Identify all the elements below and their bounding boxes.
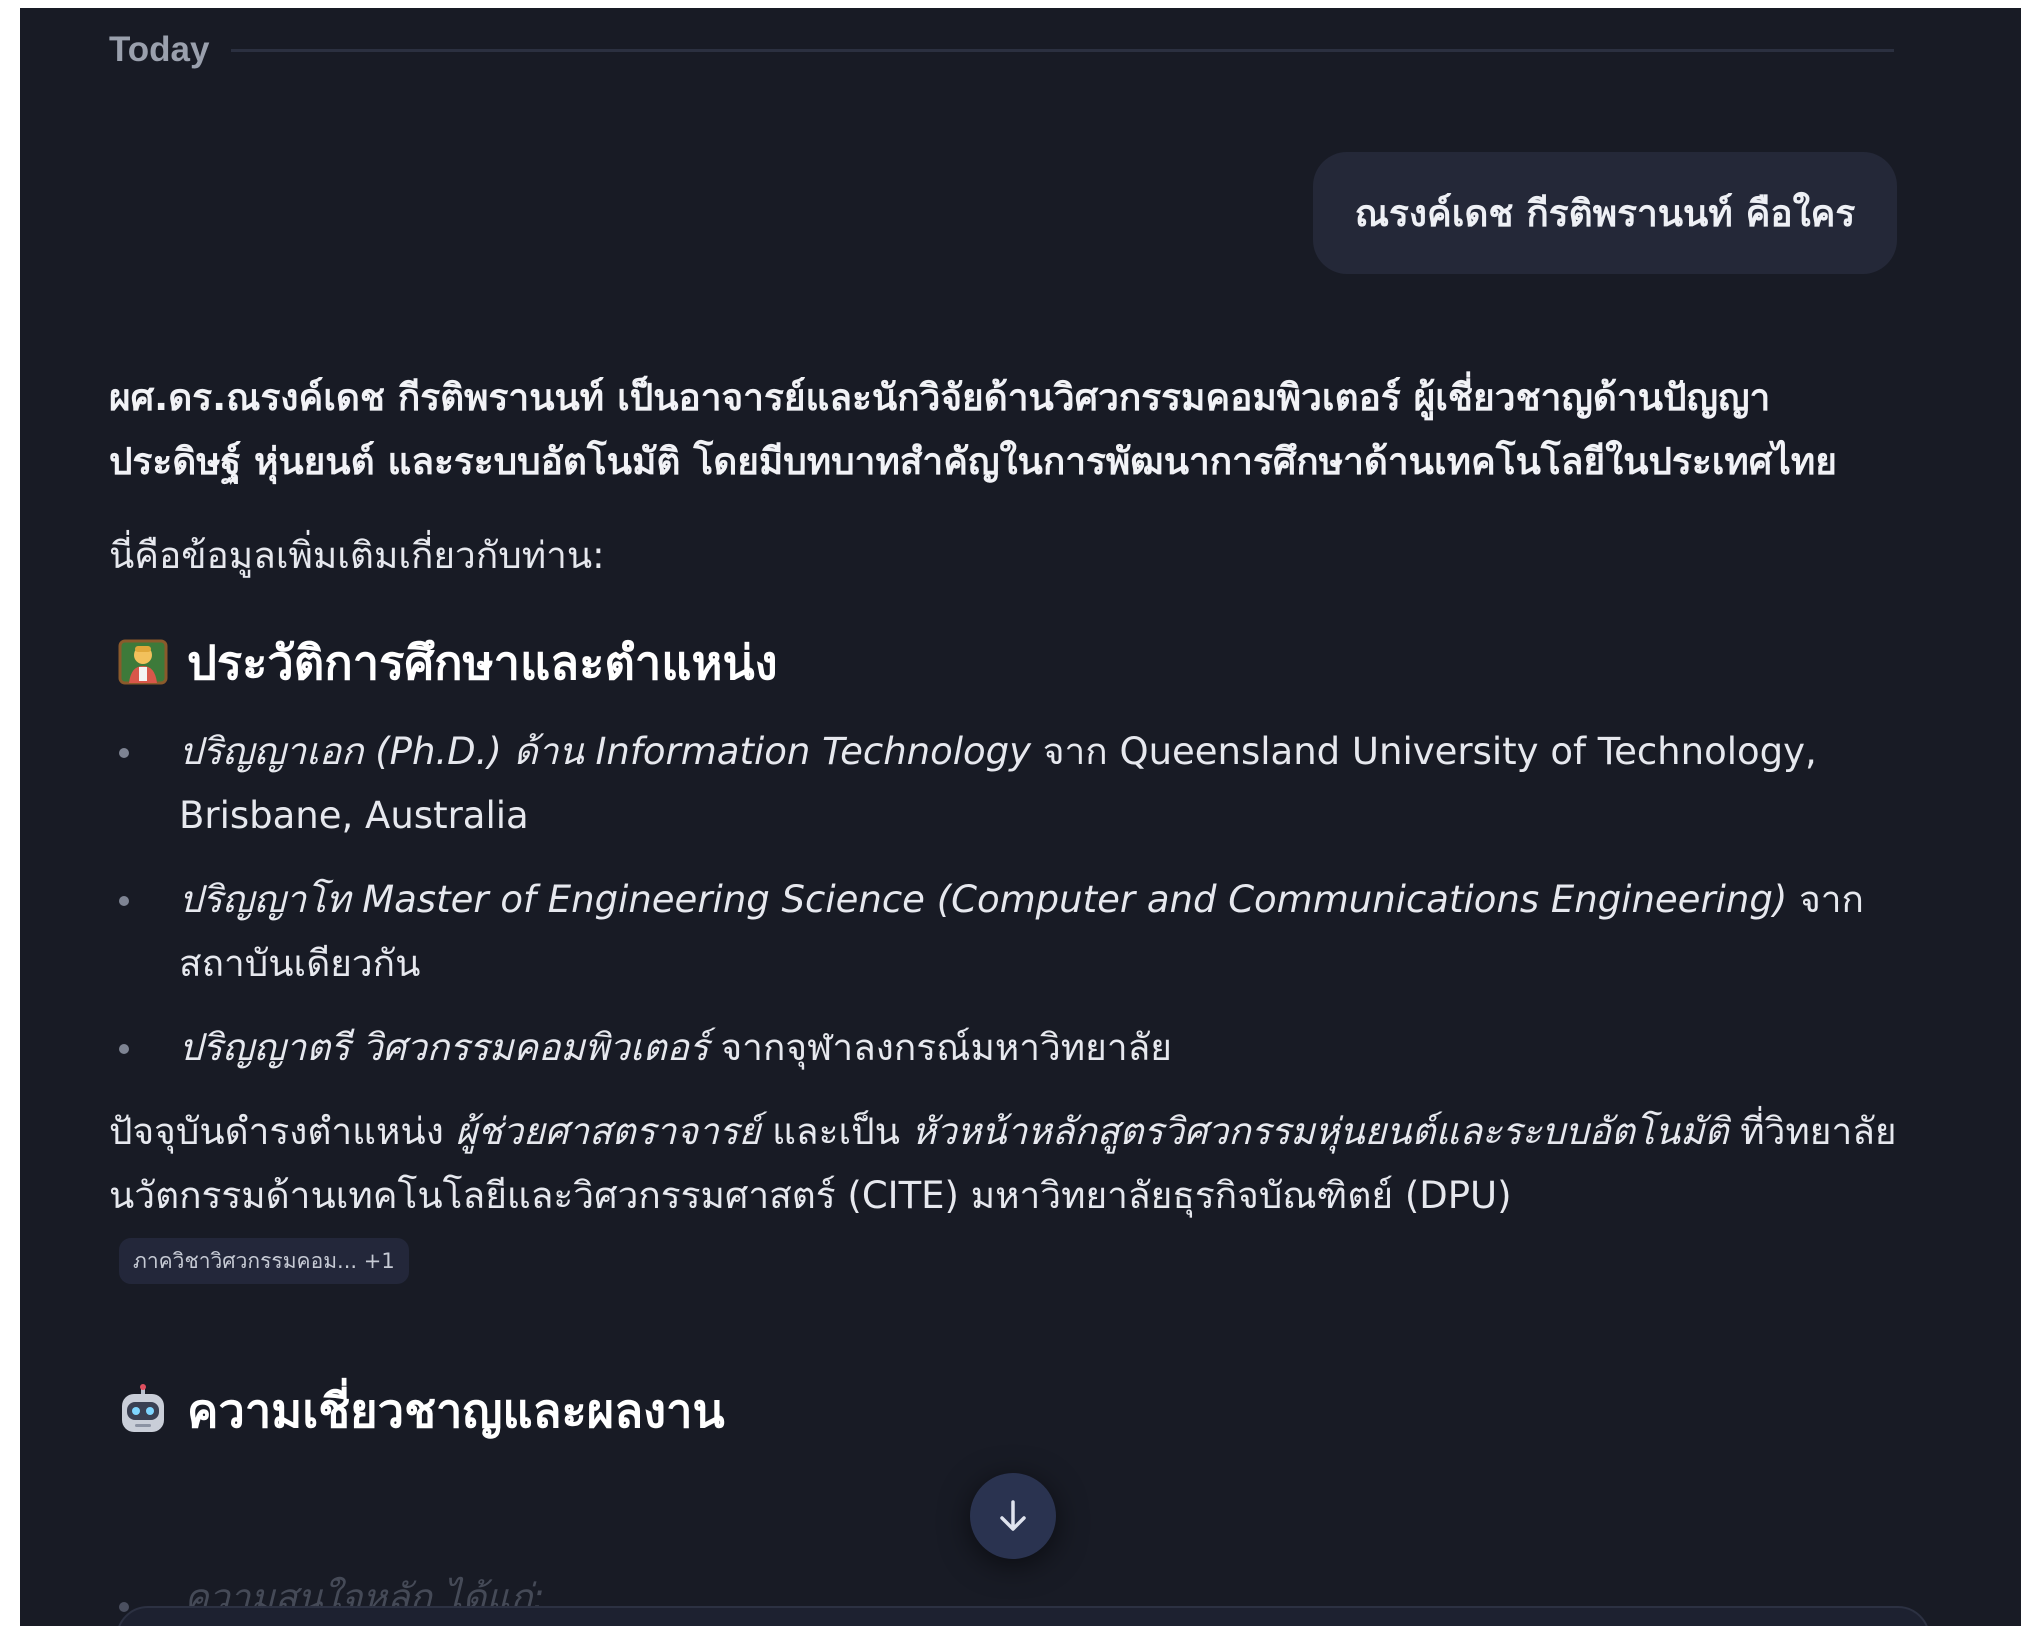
arrow-down-icon [993,1496,1033,1536]
divider [231,48,1894,52]
list-item: ปริญญาเอก (Ph.D.) ด้าน Information Techn… [109,720,1879,848]
message-composer[interactable] [116,1606,1930,1626]
section-heading-expertise: ความเชี่ยวชาญและผลงาน [109,1370,1909,1450]
section-title: ประวัติการศึกษาและตำแหน่ง [187,635,778,691]
more-info-text: นี่คือข้อมูลเพิ่มเติมเกี่ยวกับท่าน: [109,534,605,577]
position-title: ผู้ช่วยศาสตราจารย์ [455,1110,761,1153]
education-list: ปริญญาเอก (Ph.D.) ด้าน Information Techn… [109,720,1909,1080]
list-item: ปริญญาโท Master of Engineering Science (… [109,868,1879,996]
date-separator: Today [109,28,1894,72]
chat-view: Today ณรงค์เดช กีรติพรานนท์ คือใคร ผศ.ดร… [20,8,2021,1626]
assistant-message: ผศ.ดร.ณรงค์เดช กีรติพรานนท์ เป็นอาจารย์แ… [109,366,1909,1468]
robot-emoji-icon [117,1384,169,1436]
position-text-part: ปัจจุบันดำรงตำแหน่ง [109,1110,456,1153]
scroll-to-bottom-button[interactable] [970,1473,1056,1559]
position-text-part: และเป็น [760,1110,912,1153]
teacher-emoji-icon [117,636,169,688]
position-text: ปัจจุบันดำรงตำแหน่ง ผู้ช่วยศาสตราจารย์ แ… [109,1100,1899,1228]
degree-title: ปริญญาโท Master of Engineering Science (… [179,878,1788,921]
section-title: ความเชี่ยวชาญและผลงาน [187,1383,725,1439]
section-heading-education: ประวัติการศึกษาและตำแหน่ง [109,622,1909,702]
list-item: ปริญญาตรี วิศวกรรมคอมพิวเตอร์ จากจุฬาลงก… [109,1016,1879,1080]
date-label: Today [109,30,210,69]
source-citation-chip[interactable]: ภาควิชาวิศวกรรมคอม... +1 [119,1238,409,1284]
user-message-text: ณรงค์เดช กีรติพรานนท์ คือใคร [1354,191,1856,235]
degree-title: ปริญญาเอก (Ph.D.) ด้าน Information Techn… [179,730,1032,773]
user-message-bubble: ณรงค์เดช กีรติพรานนท์ คือใคร [1313,152,1897,274]
assistant-intro: ผศ.ดร.ณรงค์เดช กีรติพรานนท์ เป็นอาจารย์แ… [109,376,1837,483]
degree-detail: จากจุฬาลงกรณ์มหาวิทยาลัย [708,1026,1172,1069]
list-bullet [119,1602,129,1612]
degree-title: ปริญญาตรี วิศวกรรมคอมพิวเตอร์ [179,1026,709,1069]
program-title: หัวหน้าหลักสูตรวิศวกรรมหุ่นยนต์และระบบอั… [911,1110,1729,1153]
